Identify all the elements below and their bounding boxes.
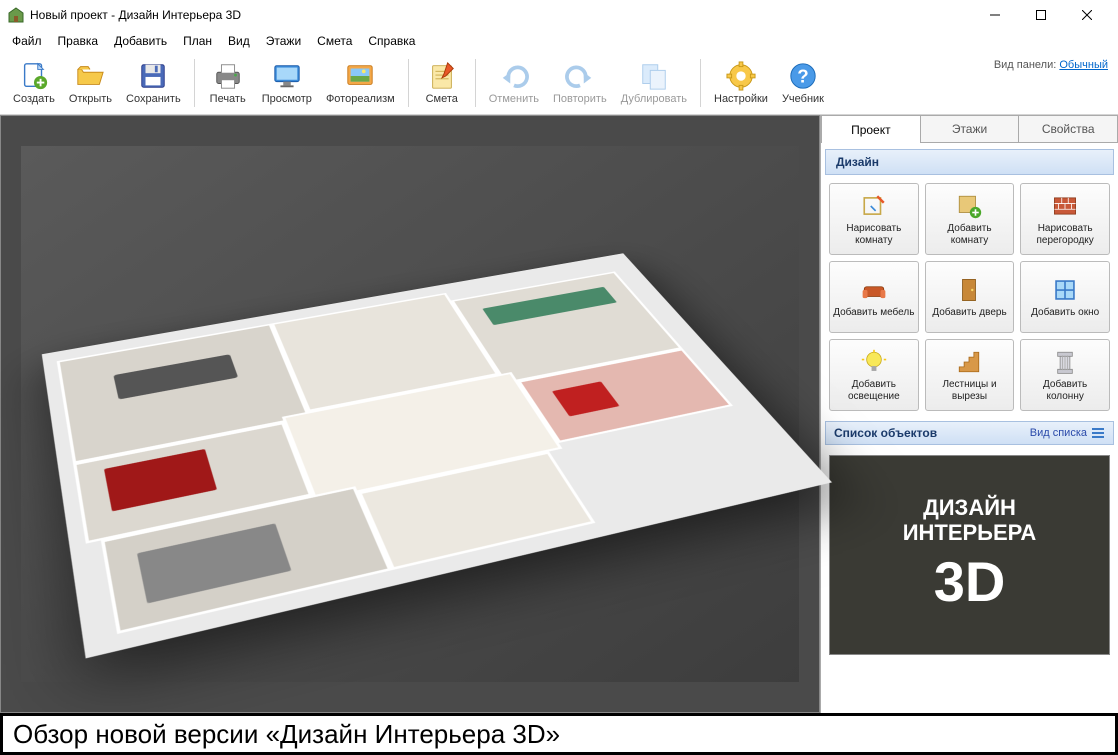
duplicate-button[interactable]: Дублировать — [615, 58, 693, 107]
menu-help[interactable]: Справка — [360, 32, 423, 50]
draw-room-icon — [860, 192, 888, 220]
menu-view[interactable]: Вид — [220, 32, 258, 50]
toolbar: Создать Открыть Сохранить Печать Просмот… — [0, 51, 1118, 115]
svg-text:?: ? — [797, 66, 808, 87]
list-icon — [1091, 426, 1105, 440]
panel-mode-label: Вид панели: Обычный — [994, 59, 1108, 71]
undo-button[interactable]: Отменить — [483, 58, 545, 107]
close-button[interactable] — [1064, 0, 1110, 30]
help-icon: ? — [787, 60, 819, 92]
toolbar-separator — [194, 59, 195, 107]
menu-edit[interactable]: Правка — [50, 32, 107, 50]
toolbar-separator — [700, 59, 701, 107]
monitor-icon — [271, 60, 303, 92]
render-icon — [344, 60, 376, 92]
section-design: Дизайн — [825, 149, 1114, 175]
undo-icon — [498, 60, 530, 92]
video-caption: Обзор новой версии «Дизайн Интерьера 3D» — [0, 713, 1118, 755]
sofa-icon — [860, 276, 888, 304]
panel-tabs: Проект Этажи Свойства — [821, 115, 1118, 143]
preview-button[interactable]: Просмотр — [256, 58, 318, 107]
notepad-icon — [426, 60, 458, 92]
menu-floors[interactable]: Этажи — [258, 32, 309, 50]
estimate-button[interactable]: Смета — [416, 58, 468, 107]
redo-button[interactable]: Повторить — [547, 58, 613, 107]
section-objects: Список объектов Вид списка — [825, 421, 1114, 445]
lightbulb-icon — [860, 348, 888, 376]
toolbar-separator — [475, 59, 476, 107]
maximize-button[interactable] — [1018, 0, 1064, 30]
new-file-icon — [18, 60, 50, 92]
folder-open-icon — [74, 60, 106, 92]
floorplan-scene — [21, 146, 798, 682]
create-button[interactable]: Создать — [7, 58, 61, 107]
add-room-button[interactable]: Добавить комнату — [925, 183, 1015, 255]
draw-room-button[interactable]: Нарисовать комнату — [829, 183, 919, 255]
tutorial-button[interactable]: ? Учебник — [776, 58, 830, 107]
floppy-icon — [137, 60, 169, 92]
menu-estimate[interactable]: Смета — [309, 32, 360, 50]
window-title: Новый проект - Дизайн Интерьера 3D — [30, 8, 972, 22]
toolbar-separator — [408, 59, 409, 107]
photorealism-button[interactable]: Фотореализм — [320, 58, 401, 107]
redo-icon — [564, 60, 596, 92]
gear-icon — [725, 60, 757, 92]
settings-button[interactable]: Настройки — [708, 58, 774, 107]
brick-wall-icon — [1051, 192, 1079, 220]
tab-project[interactable]: Проект — [821, 115, 921, 143]
design-tools-grid: Нарисовать комнату Добавить комнату Нари… — [821, 179, 1118, 415]
column-icon — [1051, 348, 1079, 376]
add-column-button[interactable]: Добавить колонну — [1020, 339, 1110, 411]
objects-list-label: Список объектов — [834, 426, 937, 440]
app-icon — [8, 7, 24, 23]
main-area: Проект Этажи Свойства Дизайн Нарисовать … — [0, 115, 1118, 713]
list-view-toggle[interactable]: Вид списка — [1030, 426, 1105, 440]
viewport-3d[interactable] — [0, 115, 820, 713]
print-button[interactable]: Печать — [202, 58, 254, 107]
printer-icon — [212, 60, 244, 92]
minimize-button[interactable] — [972, 0, 1018, 30]
add-room-icon — [955, 192, 983, 220]
stairs-cuts-button[interactable]: Лестницы и вырезы — [925, 339, 1015, 411]
add-door-button[interactable]: Добавить дверь — [925, 261, 1015, 333]
right-panel: Проект Этажи Свойства Дизайн Нарисовать … — [820, 115, 1118, 713]
promo-banner: ДИЗАЙНИНТЕРЬЕРА 3D — [829, 455, 1110, 655]
add-lighting-button[interactable]: Добавить освещение — [829, 339, 919, 411]
window-icon — [1051, 276, 1079, 304]
door-icon — [955, 276, 983, 304]
menu-file[interactable]: Файл — [4, 32, 50, 50]
open-button[interactable]: Открыть — [63, 58, 118, 107]
menu-add[interactable]: Добавить — [106, 32, 175, 50]
add-window-button[interactable]: Добавить окно — [1020, 261, 1110, 333]
menubar: Файл Правка Добавить План Вид Этажи Смет… — [0, 30, 1118, 51]
save-button[interactable]: Сохранить — [120, 58, 187, 107]
tab-properties[interactable]: Свойства — [1019, 115, 1118, 143]
panel-mode-link[interactable]: Обычный — [1059, 59, 1108, 71]
titlebar: Новый проект - Дизайн Интерьера 3D — [0, 0, 1118, 30]
add-furniture-button[interactable]: Добавить мебель — [829, 261, 919, 333]
tab-floors[interactable]: Этажи — [921, 115, 1020, 143]
draw-partition-button[interactable]: Нарисовать перегородку — [1020, 183, 1110, 255]
duplicate-icon — [638, 60, 670, 92]
stairs-icon — [955, 348, 983, 376]
menu-plan[interactable]: План — [175, 32, 220, 50]
